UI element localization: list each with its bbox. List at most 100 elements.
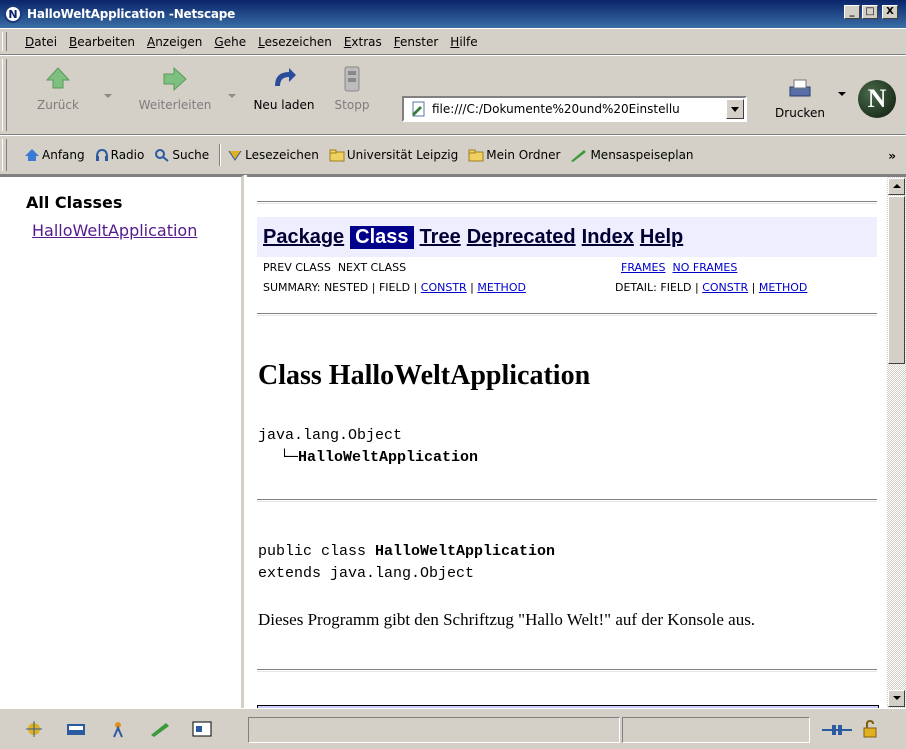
nav-deprecated-link[interactable]: Deprecated bbox=[467, 226, 576, 249]
back-button[interactable]: Zurück bbox=[18, 64, 98, 112]
menu-bearbeiten[interactable]: Bearbeiten bbox=[69, 35, 135, 49]
more-chevron-icon[interactable]: » bbox=[888, 149, 896, 163]
toolbar-grip[interactable] bbox=[2, 59, 7, 131]
folder-icon bbox=[329, 149, 345, 162]
decl-prefix: public class bbox=[258, 543, 376, 560]
summary-constr-link[interactable]: CONSTR bbox=[421, 281, 467, 294]
bookmark-suche-label: Suche bbox=[172, 148, 210, 162]
nav-index-link[interactable]: Index bbox=[582, 226, 634, 249]
scroll-thumb[interactable] bbox=[888, 196, 905, 364]
bookmark-radio[interactable]: Radio bbox=[95, 148, 145, 162]
reload-button[interactable]: Neu laden bbox=[244, 64, 324, 112]
im-icon[interactable] bbox=[106, 719, 130, 739]
menu-extras[interactable]: Extras bbox=[344, 35, 382, 49]
menu-datei-rest: atei bbox=[34, 34, 58, 49]
addressbook-icon[interactable] bbox=[190, 719, 214, 739]
bookmark-lesezeichen[interactable]: Lesezeichen bbox=[227, 148, 319, 162]
hierarchy-leaf-name: HalloWeltApplication bbox=[298, 449, 479, 466]
addressbook-icon-glyph bbox=[192, 721, 212, 737]
back-dropdown-icon[interactable] bbox=[104, 94, 112, 98]
menu-hilfe[interactable]: Hilfe bbox=[450, 35, 477, 49]
forward-button[interactable]: Weiterleiten bbox=[135, 64, 215, 112]
print-dropdown-icon[interactable] bbox=[838, 92, 846, 96]
print-button[interactable]: Drucken bbox=[770, 78, 830, 120]
url-bar[interactable]: file:///C:/Dokumente%20und%20Einstellu bbox=[402, 96, 747, 122]
menu-datei[interactable]: Datei bbox=[25, 35, 57, 49]
nav-package-link[interactable]: Package bbox=[263, 226, 344, 249]
divider bbox=[257, 499, 877, 502]
toolbar-grip[interactable] bbox=[2, 139, 7, 171]
detail-method-link[interactable]: METHOD bbox=[759, 281, 808, 294]
menu-lesezeichen-rest: esezeichen bbox=[264, 34, 332, 49]
forward-dropdown-icon[interactable] bbox=[228, 94, 236, 98]
detail-constr-link[interactable]: CONSTR bbox=[702, 281, 748, 294]
stop-button[interactable]: Stopp bbox=[322, 64, 382, 112]
frames-link[interactable]: FRAMES bbox=[621, 261, 665, 274]
menu-hilfe-rest: ilfe bbox=[459, 34, 478, 49]
detail-separator: | bbox=[748, 281, 759, 294]
headphones-icon bbox=[95, 148, 108, 161]
menu-gehe[interactable]: Gehe bbox=[214, 35, 246, 49]
toolbar-grip[interactable] bbox=[2, 32, 7, 51]
summary-method-link[interactable]: METHOD bbox=[477, 281, 526, 294]
detail-prefix: DETAIL: FIELD | bbox=[615, 281, 703, 294]
progress-pane bbox=[622, 717, 810, 743]
nav-help-link[interactable]: Help bbox=[640, 226, 683, 249]
menu-extras-rest: xtras bbox=[351, 34, 382, 49]
bookmark-anfang[interactable]: Anfang bbox=[24, 148, 85, 162]
no-frames-link[interactable]: NO FRAMES bbox=[672, 261, 737, 274]
im-icon-glyph bbox=[113, 722, 123, 738]
scroll-up-button[interactable] bbox=[888, 178, 905, 195]
url-input[interactable]: file:///C:/Dokumente%20und%20Einstellu bbox=[432, 102, 727, 116]
summary-prefix: SUMMARY: NESTED | FIELD | bbox=[263, 281, 421, 294]
minimize-button[interactable]: _ bbox=[844, 5, 860, 19]
reload-label: Neu laden bbox=[253, 98, 315, 112]
menu-fenster[interactable]: Fenster bbox=[394, 35, 439, 49]
bookmark-anfang-label: Anfang bbox=[42, 148, 85, 162]
navigator-icon[interactable] bbox=[22, 719, 46, 739]
reload-icon bbox=[275, 68, 296, 86]
maximize-button[interactable]: □ bbox=[862, 5, 878, 19]
window-title: HalloWeltApplication -Netscape bbox=[27, 7, 236, 21]
navigation-toolbar: Zurück Weiterleiten Neu laden Stopp file… bbox=[0, 55, 906, 135]
class-title: Class HalloWeltApplication bbox=[258, 360, 591, 391]
bookmark-mensaspeiseplan-label: Mensaspeiseplan bbox=[590, 148, 694, 162]
bookmark-suche[interactable]: Suche bbox=[154, 148, 209, 162]
menu-bar: Datei Bearbeiten Anzeigen Gehe Lesezeich… bbox=[0, 28, 906, 55]
url-dropdown-button[interactable] bbox=[726, 99, 744, 119]
prev-next-class: PREV CLASS NEXT CLASS bbox=[263, 261, 406, 274]
decl-name: HalloWeltApplication bbox=[375, 543, 556, 560]
stop-icon bbox=[344, 66, 360, 92]
netscape-icon: N bbox=[4, 5, 22, 23]
bookmarks-icon bbox=[228, 150, 242, 161]
bookmark-radio-label: Radio bbox=[110, 148, 145, 162]
toolbar-separator bbox=[219, 144, 222, 166]
composer-icon-glyph bbox=[151, 723, 169, 737]
mail-icon-glyph bbox=[67, 724, 85, 735]
class-link-halloweltapplication[interactable]: HalloWeltApplication bbox=[32, 221, 197, 240]
netscape-logo-letter: N bbox=[867, 84, 887, 113]
nav-tree-link[interactable]: Tree bbox=[420, 226, 461, 249]
online-status-icon[interactable] bbox=[822, 723, 852, 737]
stop-label: Stopp bbox=[334, 98, 370, 112]
scroll-down-button[interactable] bbox=[888, 690, 905, 707]
mail-icon[interactable] bbox=[64, 719, 88, 739]
composer-icon[interactable] bbox=[148, 719, 172, 739]
menu-lesezeichen[interactable]: Lesezeichen bbox=[258, 35, 332, 49]
security-lock-icon[interactable] bbox=[860, 719, 880, 739]
bookmark-universitaet[interactable]: Universität Leipzig bbox=[329, 148, 458, 162]
menu-anzeigen[interactable]: Anzeigen bbox=[147, 35, 202, 49]
status-text-pane bbox=[248, 717, 620, 743]
navigator-icon-glyph bbox=[26, 721, 42, 737]
window-controls: _ □ X bbox=[844, 5, 898, 19]
class-declaration: public class HalloWeltApplication bbox=[258, 543, 555, 560]
close-button[interactable]: X bbox=[882, 5, 898, 19]
component-bar bbox=[22, 719, 214, 739]
bookmark-mein-ordner[interactable]: Mein Ordner bbox=[468, 148, 560, 162]
bookmark-mensaspeiseplan[interactable]: Mensaspeiseplan bbox=[570, 148, 694, 162]
vertical-scrollbar[interactable] bbox=[887, 175, 906, 708]
printer-icon bbox=[789, 79, 811, 97]
menu-bearbeiten-rest: earbeiten bbox=[77, 34, 135, 49]
netscape-logo[interactable]: N bbox=[858, 80, 896, 118]
menu-fenster-rest: enster bbox=[400, 34, 439, 49]
